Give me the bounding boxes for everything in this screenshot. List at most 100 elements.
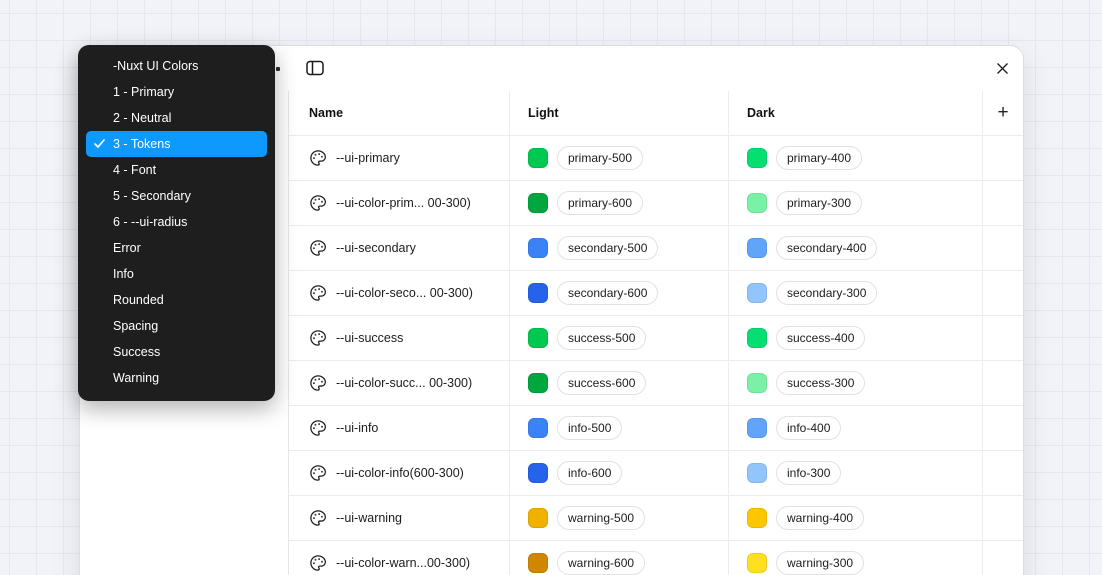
dropdown-menu-item-label: Spacing <box>113 319 158 333</box>
color-swatch[interactable] <box>747 373 767 393</box>
color-swatch[interactable] <box>747 238 767 258</box>
table-row: --ui-color-seco... 00-300) secondary-600… <box>289 271 1023 316</box>
color-swatch[interactable] <box>528 283 548 303</box>
column-header-light[interactable]: Light <box>510 91 729 135</box>
token-chip[interactable]: success-500 <box>557 326 646 350</box>
token-chip[interactable]: warning-400 <box>776 506 864 530</box>
dropdown-menu-item[interactable]: 6 - --ui-radius <box>86 209 267 235</box>
column-header-label: Name <box>309 106 343 120</box>
token-chip[interactable]: primary-400 <box>776 146 862 170</box>
color-swatch[interactable] <box>528 328 548 348</box>
variable-name: --ui-color-prim... 00-300) <box>336 196 471 210</box>
token-chip[interactable]: success-400 <box>776 326 865 350</box>
close-button[interactable] <box>989 58 1015 84</box>
dark-cell[interactable]: success-400 <box>729 316 983 360</box>
dropdown-menu-item[interactable]: Rounded <box>86 287 267 313</box>
color-swatch[interactable] <box>528 238 548 258</box>
token-chip[interactable]: primary-300 <box>776 191 862 215</box>
name-cell[interactable]: --ui-info <box>289 406 510 450</box>
light-cell[interactable]: primary-600 <box>510 181 729 225</box>
color-swatch[interactable] <box>528 148 548 168</box>
color-swatch[interactable] <box>747 148 767 168</box>
token-chip[interactable]: info-500 <box>557 416 622 440</box>
dark-cell[interactable]: warning-300 <box>729 541 983 575</box>
dropdown-menu-item-label: -Nuxt UI Colors <box>113 59 198 73</box>
dark-cell[interactable]: primary-300 <box>729 181 983 225</box>
token-chip[interactable]: warning-500 <box>557 506 645 530</box>
name-cell[interactable]: --ui-color-succ... 00-300) <box>289 361 510 405</box>
dropdown-menu-item[interactable]: 3 - Tokens <box>86 131 267 157</box>
token-chip-label: warning-600 <box>568 556 634 570</box>
color-swatch[interactable] <box>528 463 548 483</box>
color-swatch[interactable] <box>747 328 767 348</box>
dropdown-menu-item[interactable]: Info <box>86 261 267 287</box>
dark-cell[interactable]: success-300 <box>729 361 983 405</box>
light-cell[interactable]: info-600 <box>510 451 729 495</box>
name-cell[interactable]: --ui-secondary <box>289 226 510 270</box>
color-swatch[interactable] <box>528 553 548 573</box>
light-cell[interactable]: success-600 <box>510 361 729 405</box>
dark-cell[interactable]: secondary-400 <box>729 226 983 270</box>
color-swatch[interactable] <box>747 553 767 573</box>
name-cell[interactable]: --ui-warning <box>289 496 510 540</box>
light-cell[interactable]: primary-500 <box>510 136 729 180</box>
token-chip[interactable]: secondary-600 <box>557 281 658 305</box>
dropdown-menu-item[interactable]: Spacing <box>86 313 267 339</box>
color-swatch[interactable] <box>747 283 767 303</box>
column-header-dark[interactable]: Dark <box>729 91 983 135</box>
token-chip[interactable]: primary-600 <box>557 191 643 215</box>
token-chip[interactable]: secondary-400 <box>776 236 877 260</box>
dropdown-menu-item[interactable]: Success <box>86 339 267 365</box>
color-swatch[interactable] <box>747 508 767 528</box>
name-cell[interactable]: --ui-success <box>289 316 510 360</box>
light-cell[interactable]: info-500 <box>510 406 729 450</box>
name-cell[interactable]: --ui-primary <box>289 136 510 180</box>
name-cell[interactable]: --ui-color-warn...00-300) <box>289 541 510 575</box>
name-cell[interactable]: --ui-color-seco... 00-300) <box>289 271 510 315</box>
dropdown-menu-item-label: 3 - Tokens <box>113 137 170 151</box>
token-chip[interactable]: warning-600 <box>557 551 645 575</box>
token-chip-label: info-600 <box>568 466 611 480</box>
name-cell[interactable]: --ui-color-info(600-300) <box>289 451 510 495</box>
token-chip[interactable]: success-300 <box>776 371 865 395</box>
color-swatch[interactable] <box>747 193 767 213</box>
light-cell[interactable]: secondary-500 <box>510 226 729 270</box>
light-cell[interactable]: warning-600 <box>510 541 729 575</box>
dropdown-menu-item[interactable]: Error <box>86 235 267 261</box>
light-cell[interactable]: success-500 <box>510 316 729 360</box>
light-cell[interactable]: warning-500 <box>510 496 729 540</box>
add-mode-button[interactable]: + <box>989 99 1017 127</box>
color-swatch[interactable] <box>528 373 548 393</box>
dropdown-menu-item[interactable]: 2 - Neutral <box>86 105 267 131</box>
color-swatch[interactable] <box>747 418 767 438</box>
light-cell[interactable]: secondary-600 <box>510 271 729 315</box>
color-swatch[interactable] <box>528 418 548 438</box>
dark-cell[interactable]: warning-400 <box>729 496 983 540</box>
dark-cell[interactable]: info-300 <box>729 451 983 495</box>
dropdown-menu-item[interactable]: 1 - Primary <box>86 79 267 105</box>
sidebar-toggle-button[interactable] <box>301 59 329 81</box>
token-chip[interactable]: secondary-300 <box>776 281 877 305</box>
dropdown-menu-item[interactable]: Warning <box>86 365 267 391</box>
token-chip[interactable]: info-600 <box>557 461 622 485</box>
dropdown-menu-item[interactable]: 4 - Font <box>86 157 267 183</box>
color-swatch[interactable] <box>747 463 767 483</box>
color-swatch[interactable] <box>528 508 548 528</box>
empty-mode-cell <box>983 361 1023 405</box>
dark-cell[interactable]: secondary-300 <box>729 271 983 315</box>
token-chip[interactable]: success-600 <box>557 371 646 395</box>
dark-cell[interactable]: info-400 <box>729 406 983 450</box>
token-chip[interactable]: warning-300 <box>776 551 864 575</box>
dropdown-menu-item[interactable]: -Nuxt UI Colors <box>86 53 267 79</box>
token-chip[interactable]: secondary-500 <box>557 236 658 260</box>
token-chip[interactable]: primary-500 <box>557 146 643 170</box>
name-cell[interactable]: --ui-color-prim... 00-300) <box>289 181 510 225</box>
empty-mode-cell <box>983 316 1023 360</box>
dropdown-menu-item[interactable]: 5 - Secondary <box>86 183 267 209</box>
token-chip[interactable]: info-400 <box>776 416 841 440</box>
dark-cell[interactable]: primary-400 <box>729 136 983 180</box>
color-swatch[interactable] <box>528 193 548 213</box>
column-header-name[interactable]: Name <box>289 91 510 135</box>
token-chip-label: primary-500 <box>568 151 632 165</box>
token-chip[interactable]: info-300 <box>776 461 841 485</box>
